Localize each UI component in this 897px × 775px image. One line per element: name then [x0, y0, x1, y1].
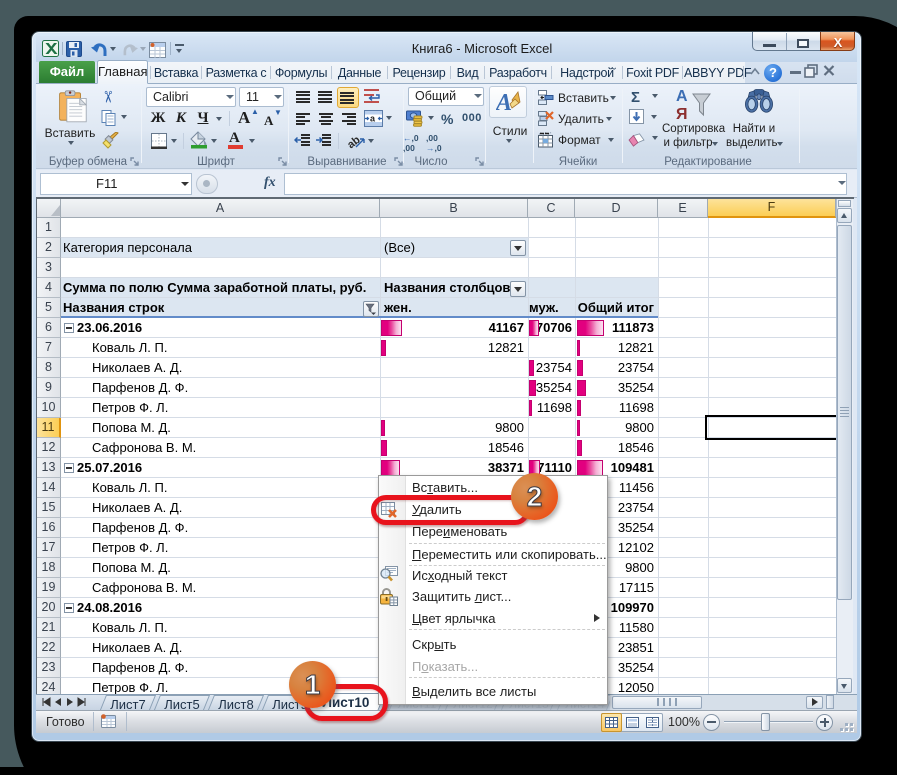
- svg-text:Я: Я: [676, 106, 688, 122]
- svg-text:A: A: [496, 90, 512, 116]
- svg-text:А: А: [676, 88, 688, 105]
